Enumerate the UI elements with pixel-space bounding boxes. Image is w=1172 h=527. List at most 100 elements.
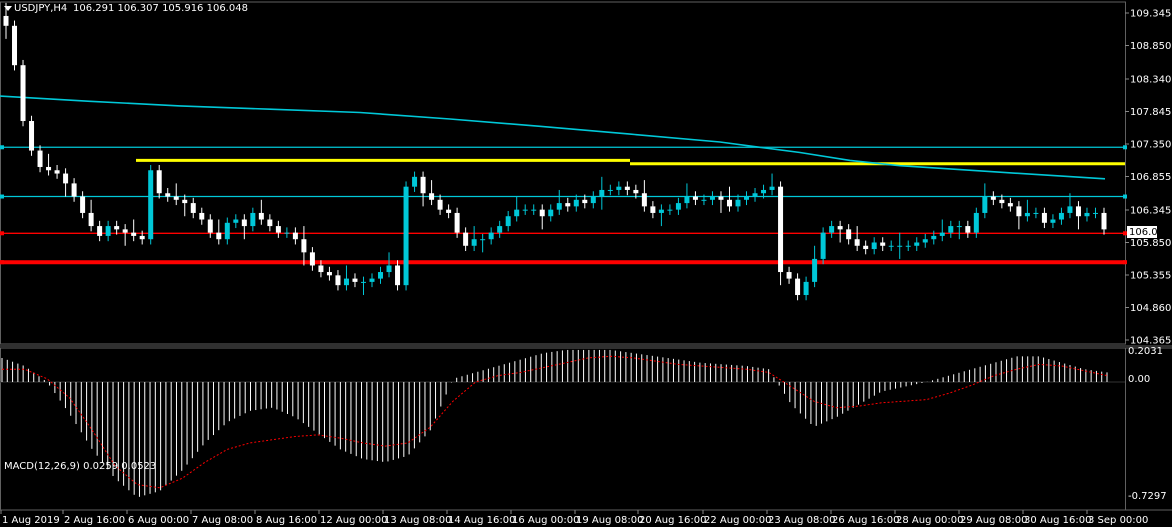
moving-average-line	[0, 95, 1106, 180]
y-tick-label: 105.850	[1130, 238, 1171, 249]
macd-signal-line	[2, 355, 1108, 489]
candle-body	[761, 189, 767, 194]
candle-body	[131, 232, 137, 236]
y-tick-label: 106.345	[1130, 205, 1171, 216]
x-tick-label: 22 Aug 00:00	[704, 515, 771, 526]
y-tick-label: 109.345	[1130, 9, 1171, 20]
macd-y-tick-label: -0.7297	[1128, 491, 1167, 502]
line-endpoint-marker	[1123, 260, 1127, 265]
macd-title: MACD(12,26,9) 0.0259 0.0523	[4, 461, 156, 472]
candle-body	[888, 245, 894, 247]
x-tick-label: 16 Aug 00:00	[512, 515, 579, 526]
candle-body	[156, 170, 162, 194]
candle-body	[284, 232, 290, 234]
candle-body	[846, 229, 852, 240]
candle-body	[29, 121, 35, 151]
x-tick-label: 8 Aug 16:00	[256, 515, 317, 526]
candle-body	[1067, 206, 1073, 213]
x-tick-label: 26 Aug 16:00	[832, 515, 899, 526]
macd-pane: 0.2031 0.00 -0.7297	[0, 346, 1172, 511]
candle-body	[1092, 212, 1098, 214]
y-tick-label: 107.845	[1130, 107, 1171, 118]
x-tick-label: 20 Aug 16:00	[639, 515, 706, 526]
candle-body	[480, 239, 486, 241]
candle-body	[769, 186, 775, 190]
candle-body	[488, 232, 494, 240]
y-tick-label: 107.350	[1130, 139, 1171, 150]
candle-body	[165, 193, 171, 197]
candle-body	[454, 212, 460, 233]
candle-body	[105, 226, 111, 236]
candle-body	[352, 278, 358, 282]
candle-body	[437, 199, 443, 210]
candle-body	[829, 226, 835, 233]
candle-body	[63, 173, 69, 184]
line-endpoint-marker	[1123, 194, 1127, 199]
candle-body	[122, 229, 128, 233]
candle-body	[650, 206, 656, 213]
candle-body	[531, 209, 537, 211]
candle-body	[795, 278, 801, 296]
candle-body	[914, 242, 920, 246]
candle-body	[624, 186, 630, 190]
x-tick-label: 28 Aug 00:00	[896, 515, 963, 526]
candle-body	[956, 226, 962, 228]
candle-body	[514, 209, 520, 217]
symbol-label: USDJPY,H4	[14, 3, 67, 14]
candle-body	[931, 235, 937, 240]
candle-body	[12, 25, 18, 66]
candle-body	[684, 196, 690, 204]
price-chart[interactable]: USDJPY,H4 106.291 106.307 105.916 106.04…	[0, 0, 1172, 527]
ohlc-readout: 106.291 106.307 105.916 106.048	[73, 3, 248, 14]
candle-body	[114, 226, 120, 230]
candle-body	[675, 203, 681, 210]
triangle-down-icon[interactable]	[4, 6, 12, 11]
x-tick-label: 14 Aug 16:00	[448, 515, 515, 526]
candle-body	[80, 196, 86, 213]
candle-body	[948, 226, 954, 233]
candle-body	[1050, 219, 1056, 223]
y-tick-label: 104.365	[1130, 336, 1171, 347]
candle-body	[3, 15, 9, 26]
candle-body	[318, 265, 324, 273]
candle-body	[735, 199, 741, 207]
macd-y-tick-label: 0.2031	[1128, 346, 1163, 357]
candle-body	[309, 252, 315, 266]
candle-body	[616, 186, 622, 190]
candle-body	[1016, 206, 1022, 217]
candle-body	[395, 265, 401, 286]
candle-body	[607, 189, 613, 191]
candle-body	[939, 232, 945, 236]
candle-body	[471, 239, 477, 246]
candle-body	[556, 203, 562, 210]
candle-body	[412, 176, 418, 187]
candle-body	[641, 193, 647, 207]
candle-body	[463, 232, 469, 246]
candle-body	[999, 199, 1005, 204]
x-tick-label: 6 Aug 00:00	[128, 515, 189, 526]
candle-body	[905, 245, 911, 247]
candle-body	[497, 226, 503, 233]
line-endpoint-marker	[1123, 145, 1127, 150]
candle-body	[1075, 206, 1081, 217]
candle-body	[97, 226, 103, 236]
candle-body	[190, 203, 196, 213]
candle-body	[292, 232, 298, 240]
candle-body	[718, 196, 724, 200]
x-tick-label: 19 Aug 08:00	[576, 515, 643, 526]
candle-body	[71, 183, 77, 197]
candle-body	[250, 212, 256, 227]
candle-body	[667, 209, 673, 211]
candle-body	[820, 232, 826, 259]
candle-body	[778, 186, 784, 273]
candle-body	[258, 212, 264, 220]
candle-body	[54, 170, 60, 174]
y-tick-label: 106.855	[1130, 172, 1171, 183]
main-pane-frame	[0, 1, 1126, 345]
candle-body	[871, 242, 877, 250]
candle-body	[897, 245, 903, 247]
candle-body	[658, 209, 664, 213]
line-endpoint-marker	[1123, 231, 1127, 236]
candle-body	[692, 196, 698, 200]
candle-body	[241, 219, 247, 227]
